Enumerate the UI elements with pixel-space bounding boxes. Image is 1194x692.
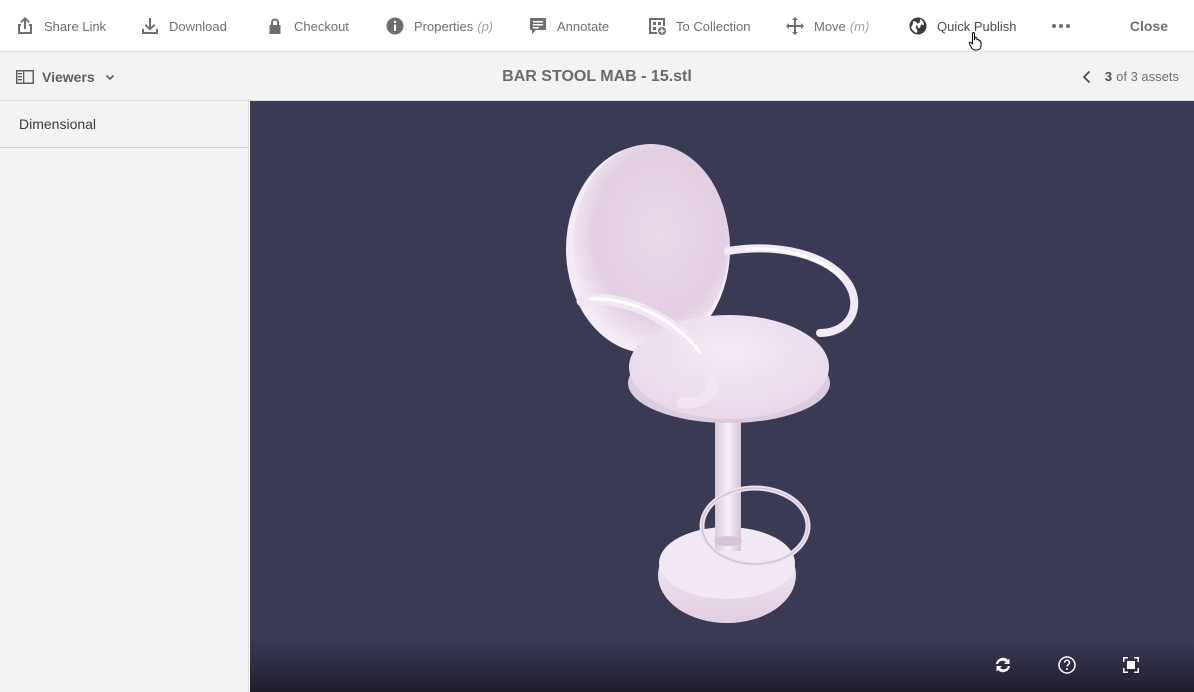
fullscreen-icon[interactable]	[1120, 654, 1142, 676]
checkout-label: Checkout	[294, 18, 349, 34]
more-actions-button[interactable]	[1050, 16, 1072, 36]
properties-button[interactable]: Properties (p)	[386, 0, 493, 52]
annotate-label: Annotate	[557, 18, 610, 34]
to-collection-button[interactable]: To Collection	[648, 0, 750, 52]
asset-pager: 3 of 3 assets	[1079, 52, 1179, 101]
asset-header: Viewers BAR STOOL MAB - 15.stl 3 of 3 as…	[0, 52, 1194, 101]
share-link-button[interactable]: Share Link	[16, 0, 106, 52]
chevron-left-icon[interactable]	[1079, 69, 1095, 85]
annotate-button[interactable]: Annotate	[529, 0, 609, 52]
info-icon	[386, 17, 404, 35]
viewers-dropdown[interactable]: Viewers	[16, 52, 115, 101]
collection-icon	[649, 18, 666, 35]
rail-item-label: Dimensional	[19, 116, 97, 132]
share-link-label: Share Link	[44, 18, 107, 34]
pager-total: of 3 assets	[1116, 69, 1179, 84]
properties-shortcut: (p)	[477, 18, 494, 34]
viewer-controls	[250, 640, 1194, 692]
asset-title: BAR STOOL MAB - 15.stl	[502, 67, 692, 85]
hand-cursor-icon	[968, 32, 982, 51]
properties-label: Properties	[414, 18, 474, 34]
pager-current: 3	[1104, 69, 1113, 84]
checkout-button[interactable]: Checkout	[266, 0, 349, 52]
download-label: Download	[169, 18, 227, 34]
lock-icon	[269, 18, 281, 34]
left-rail: Dimensional	[0, 101, 249, 692]
rail-item-dimensional[interactable]: Dimensional	[0, 101, 248, 148]
download-button[interactable]: Download	[141, 0, 227, 52]
globe-icon	[909, 17, 927, 35]
toolbar: Share Link Download Checkout Properties …	[0, 0, 1194, 52]
share-icon	[18, 17, 32, 34]
move-shortcut: (m)	[849, 18, 870, 34]
rail-toggle-icon	[16, 69, 34, 84]
to-collection-label: To Collection	[676, 18, 751, 34]
move-icon	[786, 17, 804, 35]
reset-icon[interactable]	[992, 654, 1014, 676]
annotate-icon	[530, 18, 546, 34]
3d-viewer[interactable]	[250, 101, 1194, 692]
quick-publish-button[interactable]: Quick Publish	[909, 0, 1016, 52]
download-icon	[142, 18, 158, 34]
move-button[interactable]: Move (m)	[786, 0, 869, 52]
bar-stool-model[interactable]	[250, 101, 1194, 692]
viewers-label: Viewers	[42, 68, 95, 85]
close-button[interactable]: Close	[1130, 0, 1168, 52]
more-icon	[1052, 24, 1070, 28]
help-icon[interactable]	[1056, 654, 1078, 676]
move-label: Move	[814, 18, 846, 34]
chevron-down-icon	[105, 74, 114, 80]
